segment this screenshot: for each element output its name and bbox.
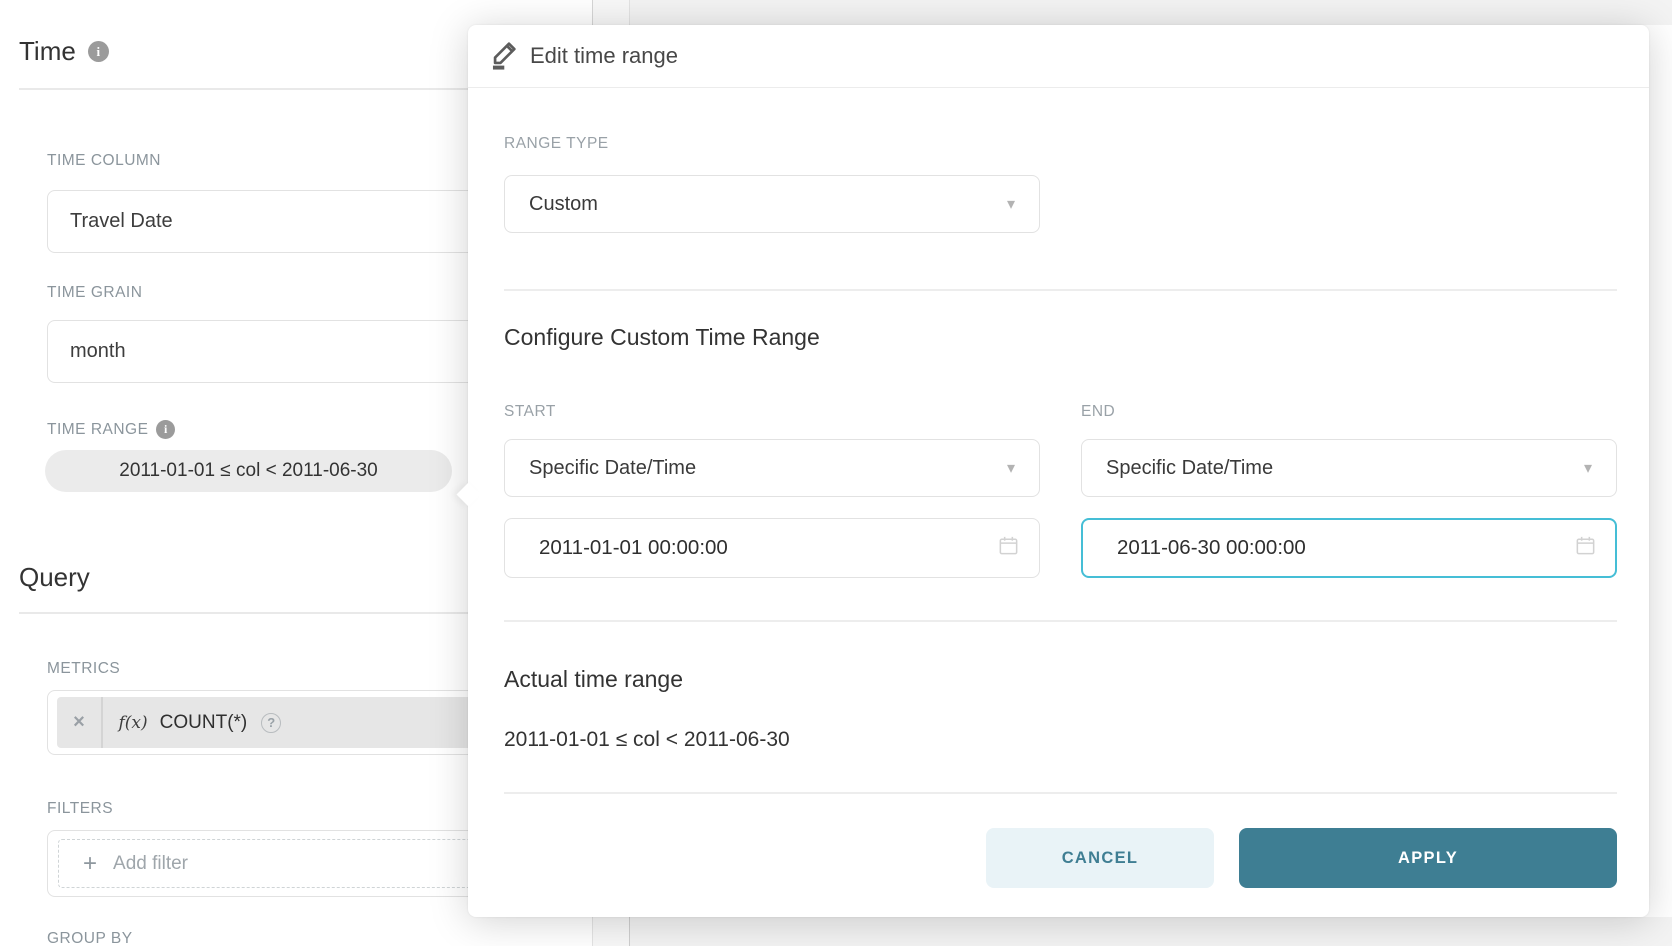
start-mode-value: Specific Date/Time — [529, 457, 696, 480]
time-grain-value: month — [70, 340, 126, 363]
metrics-label: METRICS — [47, 660, 120, 678]
query-section-title: Query — [19, 562, 90, 593]
time-range-pill[interactable]: 2011-01-01 ≤ col < 2011-06-30 — [45, 450, 452, 492]
apply-button[interactable]: APPLY — [1239, 828, 1617, 888]
section-divider — [504, 620, 1617, 622]
edit-pencil-icon — [488, 36, 522, 76]
start-mode-select[interactable]: Specific Date/Time ▾ — [504, 439, 1040, 497]
add-filter-placeholder: Add filter — [113, 853, 188, 875]
info-icon[interactable]: i — [88, 41, 109, 62]
actual-range-heading: Actual time range — [504, 666, 683, 693]
time-section-title-text: Time — [19, 36, 76, 67]
popover-arrow — [456, 482, 480, 506]
filters-label: FILTERS — [47, 800, 113, 818]
popover-header: Edit time range — [468, 25, 1649, 88]
actual-range-value: 2011-01-01 ≤ col < 2011-06-30 — [504, 728, 790, 752]
chevron-down-icon: ▾ — [1007, 458, 1015, 478]
time-column-label: TIME COLUMN — [47, 152, 161, 170]
range-type-label: RANGE TYPE — [504, 135, 609, 153]
end-date-input[interactable] — [1081, 518, 1617, 578]
remove-metric-icon[interactable]: × — [57, 711, 101, 734]
chart-area-background-bottom — [592, 917, 1672, 946]
chart-area-background-top — [592, 0, 1672, 25]
section-divider — [504, 289, 1617, 291]
start-date-field — [504, 518, 1040, 578]
query-section-title-text: Query — [19, 562, 90, 593]
footer-divider — [504, 792, 1617, 794]
time-grain-label: TIME GRAIN — [47, 284, 142, 302]
configure-heading: Configure Custom Time Range — [504, 324, 820, 351]
start-label: START — [504, 403, 556, 421]
function-icon: f(x) — [119, 713, 148, 733]
explore-view: Time i TIME COLUMN Travel Date TIME GRAI… — [0, 0, 1672, 946]
panel-gutter-top — [592, 0, 630, 25]
popover-title: Edit time range — [530, 43, 678, 69]
time-section-title: Time i — [19, 36, 109, 67]
time-column-value: Travel Date — [70, 210, 173, 233]
time-range-label: TIME RANGE i — [47, 420, 175, 439]
panel-gutter-bottom — [592, 917, 630, 946]
plus-icon: + — [83, 852, 97, 876]
question-circle-icon[interactable]: ? — [261, 713, 281, 733]
edit-time-range-popover: Edit time range RANGE TYPE Custom ▾ Conf… — [468, 25, 1649, 917]
chip-separator — [101, 697, 103, 748]
cancel-button[interactable]: CANCEL — [986, 828, 1214, 888]
end-mode-select[interactable]: Specific Date/Time ▾ — [1081, 439, 1617, 497]
range-type-select[interactable]: Custom ▾ — [504, 175, 1040, 233]
end-mode-value: Specific Date/Time — [1106, 457, 1273, 480]
group-by-label: GROUP BY — [47, 930, 133, 946]
range-type-value: Custom — [529, 193, 598, 216]
end-label: END — [1081, 403, 1115, 421]
start-date-input[interactable] — [504, 518, 1040, 578]
end-date-field — [1081, 518, 1617, 578]
chevron-down-icon: ▾ — [1007, 194, 1015, 214]
info-icon[interactable]: i — [156, 420, 175, 439]
chevron-down-icon: ▾ — [1584, 458, 1592, 478]
metric-name: COUNT(*) — [160, 712, 248, 734]
